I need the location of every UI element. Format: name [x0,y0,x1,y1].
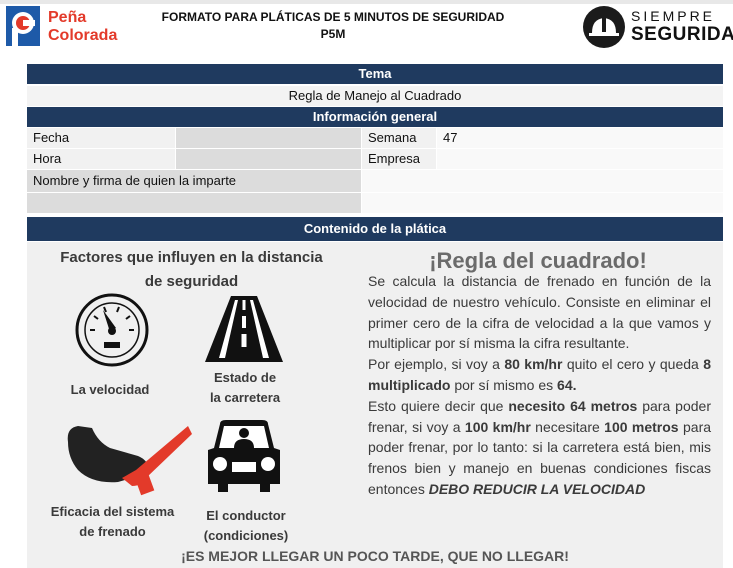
empresa-field[interactable] [437,149,723,169]
fecha-field[interactable] [176,128,361,148]
factor-caption-road-line1: Estado de [213,370,277,385]
fecha-label: Fecha [27,128,175,148]
factor-caption-road-line2: la carretera [209,390,281,405]
car-driver-icon [204,418,284,494]
info-general-header: Información general [27,107,723,127]
factor-caption-driver-line1: El conductor [206,508,286,523]
factor-caption-brakes-line2: de frenado [79,524,146,539]
rule-paragraph-2: Por ejemplo, si voy a 80 km/hr quito el … [368,354,711,396]
imparte-label: Nombre y firma de quien la imparte [27,170,361,192]
rule-paragraph-3: Esto quiere decir que necesito 64 metros… [368,396,711,500]
top-strip [0,0,733,4]
logo-right-line2: SEGURIDAD [631,24,733,45]
pena-colorada-mark-icon [6,6,40,46]
rule-text-bold: 100 km/hr [464,418,531,435]
rule-text-bold: 80 km/hr [504,356,563,373]
logo-right-line1: SIEMPRE [631,8,716,24]
hora-label: Hora [27,149,175,169]
factor-caption-driver-line2: (condiciones) [203,528,289,543]
rule-text-span: Esto quiere decir que [368,397,509,414]
tema-header: Tema [27,64,723,84]
rule-text-bold: 64. [557,376,577,393]
title-line2: P5M [320,27,346,41]
rule-text-span: quito el cero y queda [562,356,704,373]
speedometer-icon [72,290,152,370]
signature-field[interactable] [27,193,361,213]
page-title: FORMATO PARA PLÁTICAS DE 5 MINUTOS DE SE… [148,9,518,43]
rule-text-bold: 100 metros [604,418,679,435]
road-icon [205,296,283,362]
signature-extra-field[interactable] [362,193,723,213]
contenido-header: Contenido de la plática [27,217,723,241]
rule-text-span: necesitare [530,418,605,435]
logo-left-line2: Colorada [48,27,118,44]
rule-body: Se calcula la distancia de frenado en fu… [368,271,711,500]
factor-caption-speed: La velocidad [70,382,150,397]
hard-hat-icon [583,6,625,48]
rule-emphasis: DEBO REDUCIR LA VELOCIDAD [428,480,646,497]
logo-left-line1: Peña [48,9,87,26]
siempre-seguridad-logo: SIEMPRE SEGURIDAD [583,6,733,48]
pena-colorada-logo: Peña Colorada [6,6,136,46]
factor-caption-driver: El conductor (condiciones) [196,506,296,546]
semana-field[interactable]: 47 [437,128,723,148]
imparte-field[interactable] [362,170,723,192]
factor-caption-road: Estado de la carretera [190,368,300,408]
factor-caption-brakes: Eficacia del sistema de frenado [40,502,185,542]
rule-text-span: Por ejemplo, si voy a [368,356,505,373]
rule-paragraph-1: Se calcula la distancia de frenado en fu… [368,273,711,352]
factors-title: Factores que influyen en la distancia de… [44,246,339,294]
empresa-label: Empresa [362,149,436,169]
factors-title-line1: Factores que influyen en la distancia [60,249,323,266]
rule-text-span: por sí mismo es [450,376,558,393]
brake-pedal-icon [62,420,192,500]
hora-field[interactable] [176,149,361,169]
semana-label: Semana [362,128,436,148]
tema-value[interactable]: Regla de Manejo al Cuadrado [27,86,723,106]
rule-text-bold: necesito 64 metros [508,397,638,414]
factor-caption-brakes-line1: Eficacia del sistema [50,504,175,519]
title-line1: FORMATO PARA PLÁTICAS DE 5 MINUTOS DE SE… [161,10,505,24]
footer-slogan: ¡ES MEJOR LLEGAR UN POCO TARDE, QUE NO L… [181,548,569,564]
